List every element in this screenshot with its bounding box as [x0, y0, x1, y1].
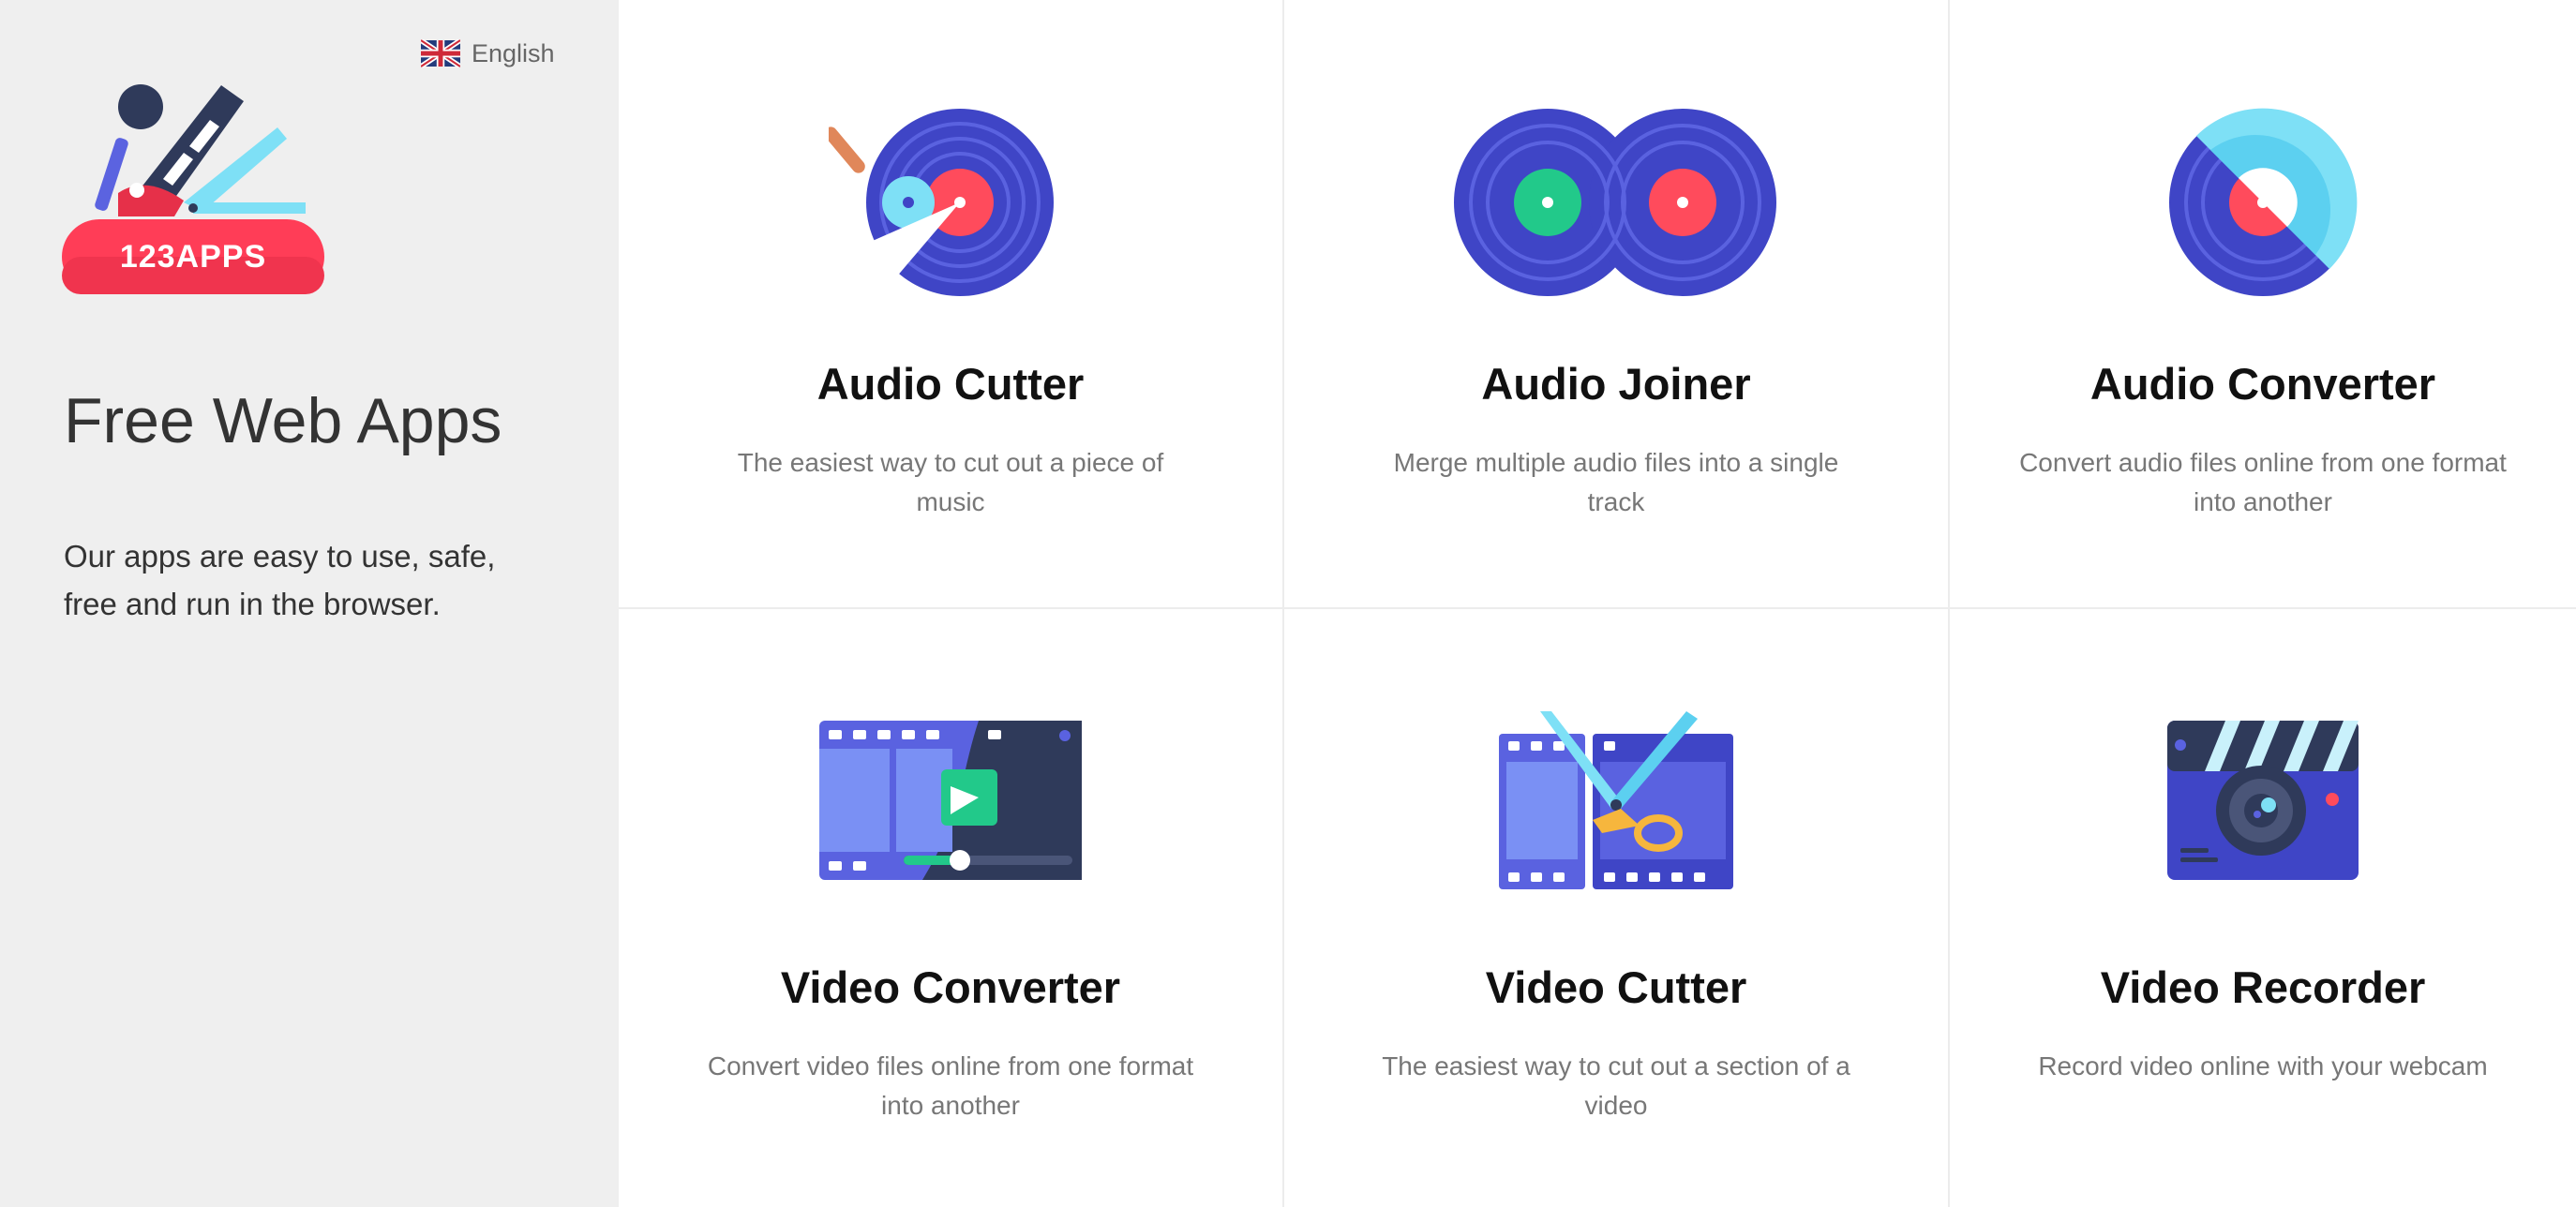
page-subtitle: Our apps are easy to use, safe, free and…: [64, 539, 496, 621]
app-description: Convert video files online from one form…: [707, 1051, 1194, 1120]
app-card-video-converter[interactable]: Video Converter Convert video files onli…: [619, 609, 1284, 1207]
language-label: English: [472, 38, 555, 67]
app-title: Audio Converter: [2089, 359, 2436, 409]
video-converter-icon: [772, 701, 1129, 900]
app-title: Video Converter: [780, 962, 1121, 1012]
app-title: Video Recorder: [2100, 962, 2426, 1012]
app-description: The easiest way to cut out a piece of mu…: [737, 448, 1164, 516]
logo-text: 123APPS: [119, 238, 267, 275]
app-card-video-cutter[interactable]: Video Cutter The easiest way to cut out …: [1284, 609, 1950, 1207]
app-title: Video Cutter: [1485, 962, 1747, 1012]
app-card-video-recorder[interactable]: Video Recorder Record video online with …: [1950, 609, 2576, 1207]
video-cutter-icon: [1438, 701, 1794, 900]
audio-cutter-icon: [772, 103, 1129, 302]
language-selector[interactable]: English: [421, 37, 555, 69]
app-description: The easiest way to cut out a section of …: [1382, 1051, 1850, 1120]
audio-joiner-icon: [1438, 103, 1794, 302]
app-card-audio-cutter[interactable]: Audio Cutter The easiest way to cut out …: [619, 0, 1284, 609]
apps-grid: Audio Cutter The easiest way to cut out …: [619, 0, 2576, 1207]
brand-logo[interactable]: 123APPS: [62, 81, 330, 298]
sidebar: English 123APPS Free Web Apps Our apps a…: [0, 0, 619, 1207]
app-card-audio-converter[interactable]: Audio Converter Convert audio files onli…: [1950, 0, 2576, 609]
app-title: Audio Joiner: [1481, 359, 1751, 409]
uk-flag-icon: [421, 39, 460, 67]
app-description: Convert audio files online from one form…: [2019, 448, 2507, 516]
app-card-audio-joiner[interactable]: Audio Joiner Merge multiple audio files …: [1284, 0, 1950, 609]
app-description: Merge multiple audio files into a single…: [1393, 448, 1839, 516]
video-recorder-icon: [2085, 701, 2441, 900]
app-description: Record video online with your webcam: [2038, 1051, 2488, 1080]
audio-converter-icon: [2085, 103, 2441, 302]
page-title: Free Web Apps: [64, 385, 502, 456]
app-title: Audio Cutter: [816, 359, 1085, 409]
